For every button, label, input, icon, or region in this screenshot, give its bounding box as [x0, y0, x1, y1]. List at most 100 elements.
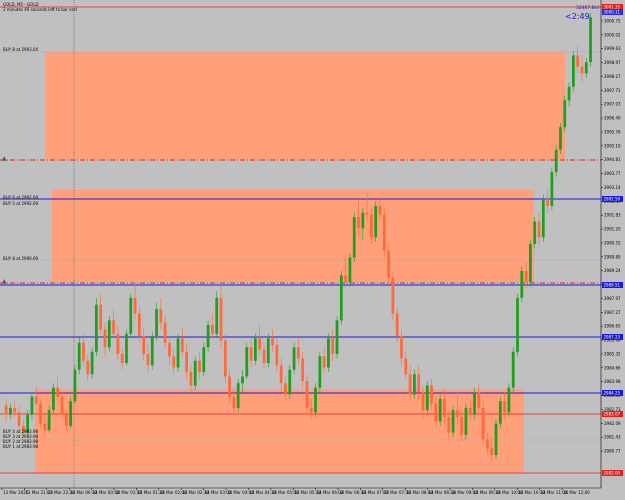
order-label[interactable]: BUY 6 at 2992.69: [3, 195, 38, 200]
alert-arrow-icon[interactable]: ▲: [2, 155, 7, 162]
price-tag-label: 2989.51: [604, 283, 621, 288]
candle: [571, 55, 575, 87]
candle: [90, 351, 94, 375]
candle: [292, 347, 296, 370]
candle: [503, 401, 506, 413]
candle: [576, 55, 580, 67]
candle: [455, 410, 459, 417]
candle: [524, 270, 528, 283]
price-tick-label: 2986.65: [604, 324, 621, 329]
candle: [361, 212, 365, 229]
price-tick-label: 2997.71: [604, 88, 621, 93]
candle: [159, 309, 163, 323]
candle: [47, 410, 51, 431]
price-chart[interactable]: ▲ ▲ 3000.75 3000.02 2999.63 2998.97 2998.27 2…: [0, 0, 625, 500]
price-tick-label: 3000.02: [604, 32, 621, 37]
candle: [9, 407, 12, 415]
candle: [4, 405, 8, 415]
price-tick-label: 2996.40: [604, 116, 621, 121]
candle: [73, 369, 77, 402]
candle: [69, 401, 72, 426]
buy-zone-bottom: [35, 389, 524, 473]
candle: [584, 62, 588, 74]
order-label[interactable]: BUY 1 at 2983.98: [3, 444, 38, 449]
candle: [86, 360, 90, 375]
candle: [107, 320, 111, 348]
order-label[interactable]: BUY 8 at 2990.69: [3, 256, 38, 261]
candle: [189, 371, 193, 386]
candle: [335, 320, 339, 355]
candle: [34, 396, 38, 404]
candle: [421, 392, 425, 411]
candle: [30, 396, 34, 415]
price-tick-label: 2993.14: [604, 185, 621, 190]
candle: [215, 297, 219, 334]
price-tag-label: 2982.00: [604, 471, 621, 476]
candle: [314, 387, 317, 413]
candle: [301, 358, 305, 381]
price-tag-label: 3000.11: [604, 10, 621, 15]
candle: [77, 342, 81, 370]
candle: [249, 347, 253, 361]
candle: [56, 387, 60, 397]
candle: [262, 349, 266, 363]
price-tick-label: 2989.24: [604, 268, 621, 273]
price-tick-label: 2981.43: [604, 435, 621, 440]
bid-label: 32467.Bid: [576, 6, 599, 11]
price-tick-label: 2980.77: [604, 449, 621, 454]
candle: [245, 347, 249, 377]
candle: [370, 214, 373, 238]
price-tag-label: 2987.23: [604, 335, 621, 340]
candle: [296, 347, 300, 359]
candle: [391, 277, 395, 314]
candle: [305, 380, 309, 408]
price-tick-label: 2987.27: [604, 310, 621, 315]
candle: [412, 374, 416, 395]
candle: [516, 297, 519, 352]
candle: [146, 354, 150, 366]
candle: [254, 338, 257, 361]
order-label[interactable]: BUY 5 at 2992.69: [3, 201, 38, 206]
candle: [443, 398, 446, 417]
candle: [400, 336, 403, 359]
alert-arrow-icon[interactable]: ▲: [2, 278, 7, 285]
candle: [17, 412, 21, 426]
price-tag-label: 2984.25: [604, 391, 621, 396]
countdown-timer: <2:49: [565, 12, 590, 21]
price-tick-label: 2998.27: [604, 74, 621, 79]
candle: [481, 407, 485, 440]
candle: [279, 365, 283, 384]
candle: [137, 313, 141, 337]
candle: [150, 336, 154, 366]
price-tick-label: 2991.83: [604, 213, 621, 218]
candle: [425, 385, 429, 411]
price-tick-label: 2984.66: [604, 365, 621, 370]
candle: [387, 250, 390, 278]
candle: [438, 398, 442, 422]
candle: [223, 340, 227, 377]
candle: [567, 86, 571, 101]
candle: [344, 275, 347, 283]
price-tag-label: 2983.07: [604, 412, 621, 417]
price-tick-label: 2995.76: [604, 129, 621, 134]
candle: [241, 376, 244, 384]
candle: [378, 205, 382, 215]
candle: [529, 244, 532, 283]
candle: [374, 205, 378, 238]
order-label[interactable]: BUY 8 at 2993.04: [3, 47, 38, 52]
price-tick-label: 2994.81: [604, 157, 621, 162]
candle: [468, 407, 472, 415]
candle: [155, 309, 158, 337]
candle: [52, 387, 55, 411]
candle: [494, 423, 498, 456]
chart-window[interactable]: ▲ ▲ 3000.75 3000.02 2999.63 2998.97 2998.27 2…: [0, 0, 625, 500]
candle: [180, 338, 184, 352]
candle: [520, 270, 524, 298]
candle: [228, 376, 231, 397]
candle: [563, 100, 567, 128]
candle: [60, 396, 64, 415]
candle: [546, 199, 549, 206]
candle: [404, 358, 408, 375]
candle: [13, 407, 17, 413]
candle: [185, 351, 189, 372]
